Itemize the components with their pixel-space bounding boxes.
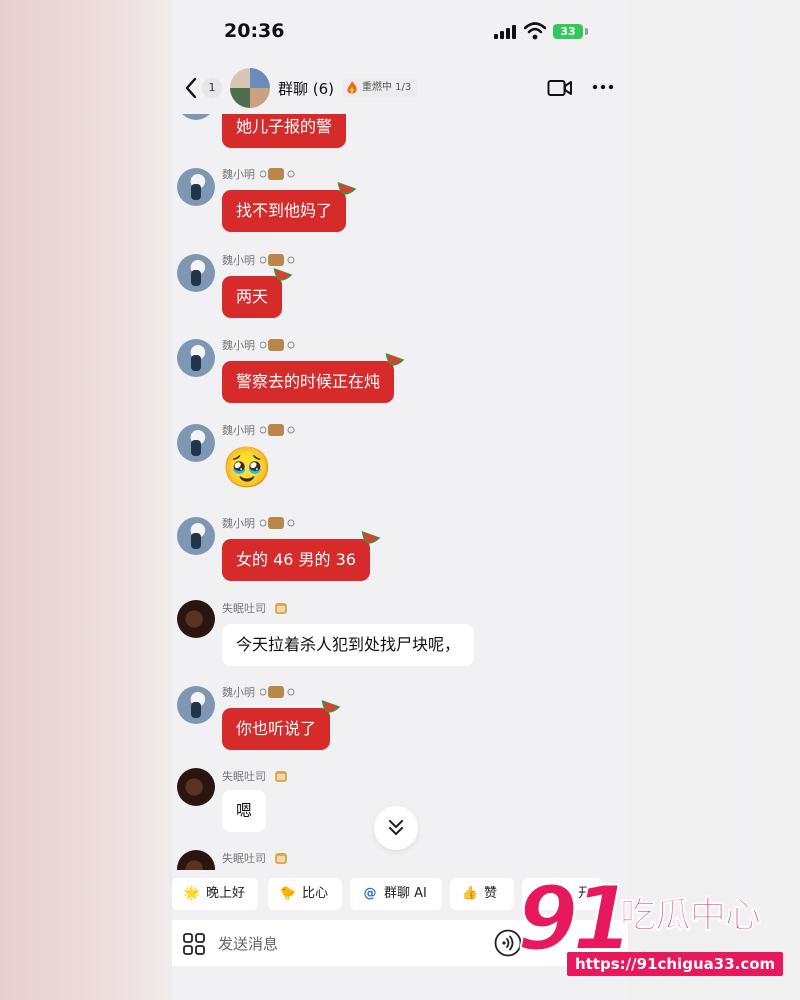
quick-reply-chip[interactable]: 🐤 比心 [268,878,342,910]
watermelon-icon [385,352,405,366]
heat-label: 重燃中 1/3 [362,82,412,93]
battery-cap [585,28,588,35]
chat-title[interactable]: 群聊 (6) [278,78,334,99]
message-item: 失眠吐司 今天拉着杀人犯到处找尸块呢， [172,600,628,670]
sender-name: 魏小明 [222,339,255,352]
sender-name: 魏小明 [222,424,255,437]
bear-badge-icon [260,517,295,529]
scroll-to-bottom-button[interactable] [374,806,418,850]
watermark-url: https://91chigua33.com [567,952,784,976]
quick-reply-chip[interactable]: 🌟 晚上好 [172,878,258,910]
message-text: 她儿子报的警 [236,117,333,136]
bear-badge-icon [260,686,295,698]
message-item: 魏小明 警察去的时候正在炖 [172,337,628,407]
video-call-icon[interactable] [547,78,573,98]
apps-grid-icon[interactable] [182,932,206,956]
watermelon-icon [321,699,341,713]
message-bubble[interactable]: 今天拉着杀人犯到处找尸块呢， [222,624,475,666]
watermelon-icon [361,530,381,544]
bear-badge-icon [260,168,295,180]
sender-name: 魏小明 [222,517,255,530]
message-text: 女的 46 男的 36 [236,550,356,569]
star-icon: 🌟 [183,886,201,901]
toast-badge-icon [275,771,287,782]
message-bubble[interactable]: 警察去的时候正在炖 [222,352,405,403]
watermelon-icon [273,267,293,281]
bear-badge-icon [260,339,295,351]
message-item: 魏小明 两天 [172,252,628,322]
chip-label: 赞 [484,886,498,901]
bear-badge-icon [260,424,295,436]
phone-screen: 20:36 33 1 群聊 (6) 重燃中 1/3 她儿子报的警 魏小明 找不到… [172,0,628,1000]
thumbs-up-icon: 👍 [461,886,479,901]
heat-badge[interactable]: 重燃中 1/3 [342,78,418,98]
sender-name: 魏小明 [222,254,255,267]
group-avatar[interactable] [230,68,270,108]
sender-name: 失眠吐司 [222,770,266,783]
quick-reply-chip[interactable]: 👍 赞 [450,878,514,910]
flame-icon [347,81,357,94]
status-time: 20:36 [224,20,285,42]
avatar[interactable] [177,168,215,206]
message-item: 魏小明 你也听说了 [172,684,628,754]
emoji-message[interactable]: 🥹 [222,444,272,492]
message-item: 魏小明 找不到他妈了 [172,166,628,236]
message-bubble[interactable]: 女的 46 男的 36 [222,530,381,581]
message-text: 警察去的时候正在炖 [236,372,381,391]
double-chevron-down-icon [389,820,403,835]
signal-icon [494,25,518,39]
avatar[interactable] [177,517,215,555]
watermark-number: 91 [516,867,635,970]
avatar[interactable] [177,768,215,806]
avatar[interactable] [177,424,215,462]
message-text: 两天 [236,287,269,306]
message-input[interactable]: 发送消息 [218,933,278,954]
site-watermark: 91 吃瓜中心 https://91chigua33.com [516,867,787,984]
avatar[interactable] [177,850,215,870]
unread-count-badge: 1 [202,78,222,98]
message-text: 找不到他妈了 [236,201,333,220]
message-bubble[interactable]: 找不到他妈了 [222,181,357,232]
message-list[interactable]: 她儿子报的警 魏小明 找不到他妈了 魏小明 两天 魏小明 警察去的时候正在炖 魏… [172,114,628,870]
battery-icon: 33 [553,24,583,39]
avatar[interactable] [177,686,215,724]
watermelon-icon [332,114,357,117]
toast-badge-icon [275,603,287,614]
toast-badge-icon [275,853,287,864]
message-bubble[interactable]: 嗯 [222,790,267,832]
chip-label: 比心 [302,886,329,901]
avatar[interactable] [177,254,215,292]
sender-name: 失眠吐司 [222,852,266,865]
chip-label: 晚上好 [206,886,246,901]
chick-icon: 🐤 [279,886,297,901]
more-options-icon[interactable] [590,76,616,98]
message-text: 今天拉着杀人犯到处找尸块呢， [236,635,461,654]
back-arrow-icon[interactable] [180,74,204,102]
watermelon-icon [337,181,357,195]
at-icon: @ [363,886,377,901]
avatar[interactable] [177,600,215,638]
chip-label: 群聊 AI [384,886,427,901]
watermark-title: 吃瓜中心 [619,895,761,937]
chat-header: 1 群聊 (6) 重燃中 1/3 [172,62,628,114]
status-bar: 20:36 33 [172,0,628,62]
message-bubble[interactable]: 她儿子报的警 [222,114,347,148]
wifi-icon [524,22,546,40]
sender-name: 魏小明 [222,686,255,699]
message-item: 魏小明 🥹 [172,422,628,502]
bear-badge-icon [260,254,295,266]
sender-name: 失眠吐司 [222,602,266,615]
quick-reply-chip[interactable]: @ 群聊 AI [350,878,442,910]
message-text: 嗯 [236,801,253,820]
avatar[interactable] [177,339,215,377]
sender-name: 魏小明 [222,168,255,181]
message-bubble[interactable]: 两天 [222,267,293,318]
message-item: 魏小明 女的 46 男的 36 [172,515,628,585]
message-bubble[interactable]: 你也听说了 [222,699,341,750]
message-text: 你也听说了 [236,719,317,738]
avatar[interactable] [177,114,215,120]
message-item: 她儿子报的警 [172,114,628,150]
